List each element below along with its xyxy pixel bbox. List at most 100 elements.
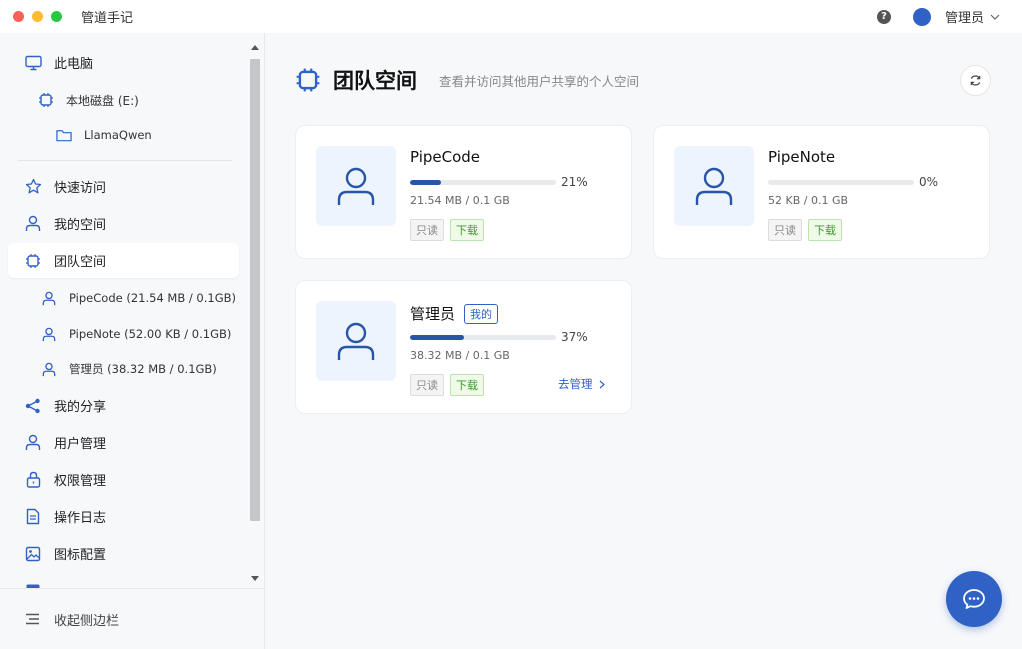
close-window-button[interactable]	[13, 11, 24, 22]
usage-size: 38.32 MB / 0.1 GB	[410, 349, 510, 362]
user-icon	[24, 215, 42, 233]
monitor-icon	[24, 54, 42, 72]
sidebar-item-label: LlamaQwen	[84, 128, 152, 142]
chevron-right-icon	[599, 380, 605, 388]
mine-badge: 我的	[464, 303, 499, 324]
folder-icon	[56, 127, 72, 143]
sidebar-item-partial[interactable]	[8, 573, 239, 588]
image-icon	[24, 545, 42, 563]
team-space-chip-icon	[296, 68, 320, 92]
user-icon	[41, 361, 57, 377]
maximize-window-button[interactable]	[51, 11, 62, 22]
usage-progress-bar	[410, 180, 556, 185]
chat-fab-button[interactable]	[946, 571, 1002, 627]
readonly-tag: 只读	[768, 219, 802, 241]
refresh-button[interactable]	[960, 65, 991, 96]
sidebar-item-team-space[interactable]: 团队空间	[8, 243, 239, 278]
user-menu-name[interactable]: 管理员	[945, 7, 984, 26]
chevron-down-icon[interactable]	[990, 12, 1000, 22]
sidebar-item-label: 本地磁盘 (E:)	[66, 93, 139, 108]
sidebar-item-label: 此电脑	[54, 57, 94, 72]
usage-progress-bar	[410, 335, 556, 340]
sidebar-item-local-disk[interactable]: 本地磁盘 (E:)	[38, 85, 247, 115]
page-title: 团队空间	[333, 69, 417, 93]
sidebar-item-team-pipecode[interactable]: PipeCode (21.54 MB / 0.1GB)	[41, 283, 247, 313]
sidebar-item-label: 我的分享	[54, 400, 107, 415]
space-name: PipeCode	[410, 148, 481, 166]
download-tag: 下载	[808, 219, 842, 241]
menu-collapse-icon	[25, 611, 41, 627]
sidebar-scrollbar[interactable]	[248, 41, 262, 591]
sidebar-item-label: 管理员 (38.32 MB / 0.1GB)	[69, 362, 217, 376]
download-tag: 下载	[450, 374, 484, 396]
sidebar-item-label: 权限管理	[54, 474, 107, 489]
sidebar: 此电脑 本地磁盘 (E:) LlamaQwen 快速访问 我的空间 团队空间 P…	[0, 33, 265, 649]
avatar[interactable]	[912, 7, 931, 26]
user-icon	[41, 326, 57, 342]
sidebar-item-label: PipeCode (21.54 MB / 0.1GB)	[69, 291, 236, 305]
help-icon[interactable]: ?	[876, 9, 891, 24]
scroll-down-arrow-icon[interactable]	[251, 576, 259, 581]
refresh-icon	[970, 75, 981, 86]
main-content: 团队空间 查看并访问其他用户共享的个人空间 PipeCode 21% 21.54…	[265, 33, 1022, 649]
sidebar-item-operation-log[interactable]: 操作日志	[8, 499, 239, 534]
lock-icon	[24, 471, 42, 489]
sidebar-item-user-management[interactable]: 用户管理	[8, 425, 239, 460]
usage-size: 21.54 MB / 0.1 GB	[410, 194, 510, 207]
minimize-window-button[interactable]	[32, 11, 43, 22]
title-bar: 管道手记 ? 管理员	[0, 0, 1022, 33]
manage-link-label: 去管理	[558, 377, 593, 391]
space-card-pipenote[interactable]: PipeNote 0% 52 KB / 0.1 GB 只读 下载	[653, 125, 990, 259]
space-avatar-tile	[316, 146, 396, 226]
sidebar-item-label: 我的空间	[54, 218, 107, 233]
user-icon	[41, 290, 57, 306]
sidebar-scroll-area: 此电脑 本地磁盘 (E:) LlamaQwen 快速访问 我的空间 团队空间 P…	[0, 33, 247, 588]
user-icon	[337, 167, 375, 205]
disk-chip-icon	[38, 92, 54, 108]
readonly-tag: 只读	[410, 374, 444, 396]
sidebar-item-folder[interactable]: LlamaQwen	[56, 120, 247, 150]
document-icon	[24, 508, 42, 526]
collapse-sidebar-label: 收起侧边栏	[54, 613, 120, 629]
space-name: PipeNote	[768, 148, 836, 166]
sidebar-item-label: 操作日志	[54, 511, 107, 526]
sidebar-item-my-space[interactable]: 我的空间	[8, 206, 239, 241]
sidebar-divider	[18, 160, 232, 161]
sidebar-item-label: 图标配置	[54, 548, 107, 563]
sidebar-item-icon-config[interactable]: 图标配置	[8, 536, 239, 571]
user-icon	[337, 322, 375, 360]
sidebar-item-my-share[interactable]: 我的分享	[8, 388, 239, 423]
usage-progress-bar	[768, 180, 914, 185]
page-subtitle: 查看并访问其他用户共享的个人空间	[439, 73, 640, 89]
manage-link[interactable]: 去管理	[558, 376, 606, 392]
sidebar-item-this-pc[interactable]: 此电脑	[8, 45, 239, 80]
sidebar-item-team-admin[interactable]: 管理员 (38.32 MB / 0.1GB)	[41, 354, 247, 384]
user-icon	[695, 167, 733, 205]
scrollbar-thumb[interactable]	[250, 59, 260, 521]
download-tag: 下载	[450, 219, 484, 241]
sidebar-item-permissions[interactable]: 权限管理	[8, 462, 239, 497]
usage-percent: 21%	[561, 175, 588, 189]
chip-icon	[24, 252, 42, 270]
sidebar-item-label: 团队空间	[54, 255, 107, 270]
page-header: 团队空间 查看并访问其他用户共享的个人空间	[295, 65, 639, 95]
sidebar-item-quick-access[interactable]: 快速访问	[8, 169, 239, 204]
collapse-sidebar-button[interactable]: 收起侧边栏	[0, 588, 264, 649]
usage-percent: 37%	[561, 330, 588, 344]
space-avatar-tile	[674, 146, 754, 226]
readonly-tag: 只读	[410, 219, 444, 241]
space-avatar-tile	[316, 301, 396, 381]
sidebar-item-label: 快速访问	[54, 181, 107, 196]
sidebar-item-label: PipeNote (52.00 KB / 0.1GB)	[69, 327, 232, 341]
space-card-pipecode[interactable]: PipeCode 21% 21.54 MB / 0.1 GB 只读 下载	[295, 125, 632, 259]
chat-bubble-icon	[963, 589, 985, 609]
sidebar-item-team-pipenote[interactable]: PipeNote (52.00 KB / 0.1GB)	[41, 319, 247, 349]
scroll-up-arrow-icon[interactable]	[251, 45, 259, 50]
star-icon	[24, 178, 42, 196]
window-controls	[13, 11, 62, 22]
app-title: 管道手记	[81, 11, 134, 26]
space-card-admin[interactable]: 管理员 我的 37% 38.32 MB / 0.1 GB 只读 下载 去管理	[295, 280, 632, 414]
space-name: 管理员	[410, 305, 456, 323]
share-icon	[24, 397, 42, 415]
sidebar-item-label: 用户管理	[54, 437, 107, 452]
